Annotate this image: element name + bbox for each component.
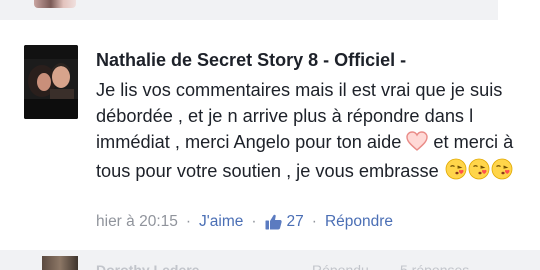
kissing-face-icon — [445, 158, 467, 187]
separator-dot: · — [311, 213, 317, 230]
author-name[interactable]: Nathalie de Secret Story 8 - Officiel - — [96, 50, 406, 71]
reply-button[interactable]: Répondre — [325, 213, 393, 231]
next-reply-count[interactable]: 5 réponses — [400, 262, 469, 270]
next-avatar[interactable] — [42, 256, 78, 270]
next-comment-strip: Dorothy Ledere Répondu 5 réponses — [0, 250, 540, 270]
comment-meta: hier à 20:15 · J'aime · 27 · Répondre — [96, 213, 393, 231]
like-count[interactable]: 27 — [265, 213, 304, 231]
next-author-name[interactable]: Dorothy Ledere — [96, 262, 199, 270]
previous-avatar — [34, 0, 76, 8]
avatar[interactable] — [24, 45, 78, 119]
like-button[interactable]: J'aime — [199, 213, 243, 231]
separator-dot: · — [251, 213, 257, 230]
heart-icon — [406, 131, 429, 158]
timestamp[interactable]: hier à 20:15 — [96, 213, 178, 231]
comment-text: Je lis vos commentaires mais il est vrai… — [96, 77, 516, 187]
like-count-value: 27 — [286, 213, 304, 230]
kissing-face-icon — [468, 158, 490, 187]
previous-comment-strip — [0, 0, 498, 20]
kissing-face-icon — [491, 158, 513, 187]
comment-item: Nathalie de Secret Story 8 - Officiel - … — [0, 20, 540, 250]
avatar-photo — [24, 45, 78, 119]
separator-dot: · — [185, 213, 192, 230]
thumbs-up-icon — [265, 214, 282, 230]
next-reply-button[interactable]: Répondu — [312, 262, 369, 270]
